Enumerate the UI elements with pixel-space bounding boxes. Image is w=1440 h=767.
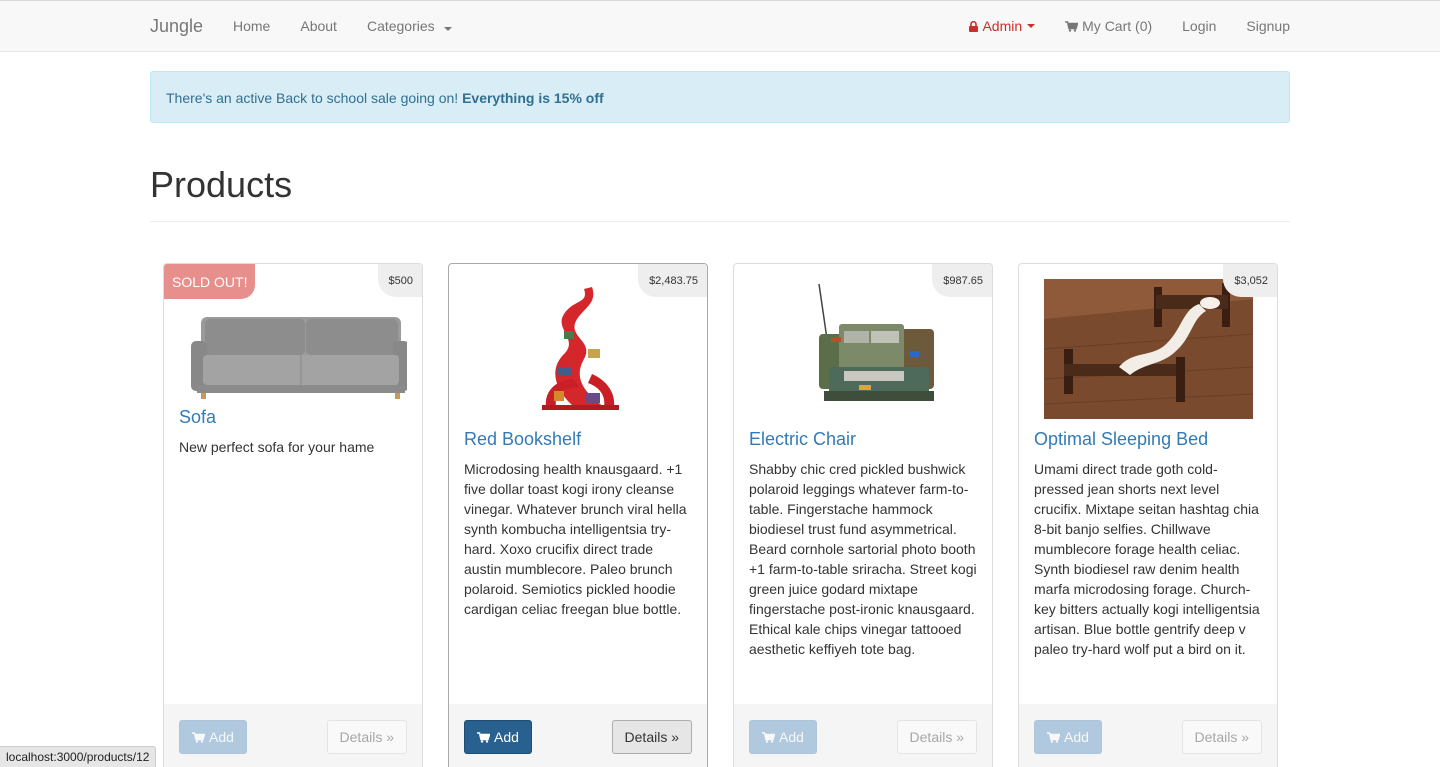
add-to-cart-button[interactable]: Add bbox=[464, 720, 532, 754]
nav-home[interactable]: Home bbox=[233, 18, 270, 34]
price-tag: $2,483.75 bbox=[638, 264, 707, 297]
product-title[interactable]: Sofa bbox=[179, 407, 216, 428]
product-description: Shabby chic cred pickled bushwick polaro… bbox=[749, 461, 977, 657]
nav-cart-label: My Cart (0) bbox=[1082, 18, 1153, 34]
nav-login[interactable]: Login bbox=[1182, 18, 1216, 34]
add-to-cart-button[interactable]: Add bbox=[749, 720, 817, 754]
sale-alert: There's an active Back to school sale go… bbox=[150, 71, 1290, 123]
product-card-sofa: SOLD OUT! $500 Sofa New perfect sofa for… bbox=[163, 263, 423, 767]
details-button[interactable]: Details » bbox=[896, 720, 977, 754]
cart-icon bbox=[1065, 20, 1079, 32]
details-button[interactable]: Details » bbox=[326, 720, 407, 754]
lock-icon bbox=[969, 20, 979, 32]
product-footer: Add Details » bbox=[734, 704, 992, 767]
add-button-label: Add bbox=[1064, 729, 1089, 745]
product-description: Microdosing health knausgaard. +1 five d… bbox=[464, 461, 687, 617]
divider bbox=[150, 221, 1290, 222]
price-tag: $500 bbox=[377, 264, 422, 297]
product-card-optimal-sleeping-bed: $3,052 Optimal Sleeping Bed Umami direct… bbox=[1018, 263, 1278, 767]
sale-alert-bold: Everything is 15% off bbox=[462, 90, 604, 106]
price-tag: $3,052 bbox=[1223, 264, 1277, 297]
details-button[interactable]: Details » bbox=[611, 720, 692, 754]
product-footer: Add Details » bbox=[449, 704, 707, 767]
nav-admin[interactable]: Admin bbox=[969, 18, 1036, 34]
product-image[interactable] bbox=[749, 279, 977, 419]
nav-right: Admin My Cart (0) Login Signup bbox=[969, 18, 1290, 34]
product-title[interactable]: Red Bookshelf bbox=[464, 429, 581, 450]
nav-admin-label: Admin bbox=[982, 18, 1023, 34]
product-image[interactable] bbox=[464, 279, 692, 419]
nav-categories-label: Categories bbox=[366, 18, 435, 34]
sale-alert-text: There's an active Back to school sale go… bbox=[166, 90, 459, 106]
nav-left: Home About Categories bbox=[233, 18, 482, 34]
cart-icon bbox=[192, 731, 205, 743]
price-tag: $987.65 bbox=[932, 264, 992, 297]
add-button-label: Add bbox=[779, 729, 804, 745]
brand-logo[interactable]: Jungle bbox=[150, 16, 203, 37]
nav-categories[interactable]: Categories bbox=[367, 18, 452, 34]
product-title[interactable]: Optimal Sleeping Bed bbox=[1034, 429, 1208, 450]
cart-icon bbox=[1047, 731, 1060, 743]
nav-cart[interactable]: My Cart (0) bbox=[1065, 18, 1152, 34]
product-description: New perfect sofa for your hame bbox=[179, 439, 375, 455]
page-title: Products bbox=[150, 164, 293, 205]
caret-icon bbox=[1027, 24, 1036, 28]
product-card-red-bookshelf: $2,483.75 Red Bookshelf Microdosing heal… bbox=[448, 263, 708, 767]
add-button-label: Add bbox=[209, 729, 234, 745]
sold-out-badge: SOLD OUT! bbox=[164, 264, 256, 299]
details-button[interactable]: Details » bbox=[1181, 720, 1262, 754]
cart-icon bbox=[762, 731, 775, 743]
nav-signup[interactable]: Signup bbox=[1246, 18, 1290, 34]
add-button-label: Add bbox=[494, 729, 519, 745]
product-image[interactable] bbox=[1034, 279, 1262, 419]
caret-icon bbox=[443, 27, 452, 31]
nav-about[interactable]: About bbox=[300, 18, 337, 34]
navbar: Jungle Home About Categories Admin My Ca… bbox=[0, 0, 1440, 52]
add-to-cart-button[interactable]: Add bbox=[1034, 720, 1102, 754]
product-footer: Add Details » bbox=[164, 704, 422, 767]
add-to-cart-button[interactable]: Add bbox=[179, 720, 247, 754]
product-footer: Add Details » bbox=[1019, 704, 1277, 767]
product-description: Umami direct trade goth cold-pressed jea… bbox=[1034, 461, 1260, 657]
browser-status-url: localhost:3000/products/12 bbox=[0, 746, 157, 767]
cart-icon bbox=[477, 731, 490, 743]
product-card-electric-chair: $987.65 Electric Chair Shabby chic cred … bbox=[733, 263, 993, 767]
product-title[interactable]: Electric Chair bbox=[749, 429, 856, 450]
